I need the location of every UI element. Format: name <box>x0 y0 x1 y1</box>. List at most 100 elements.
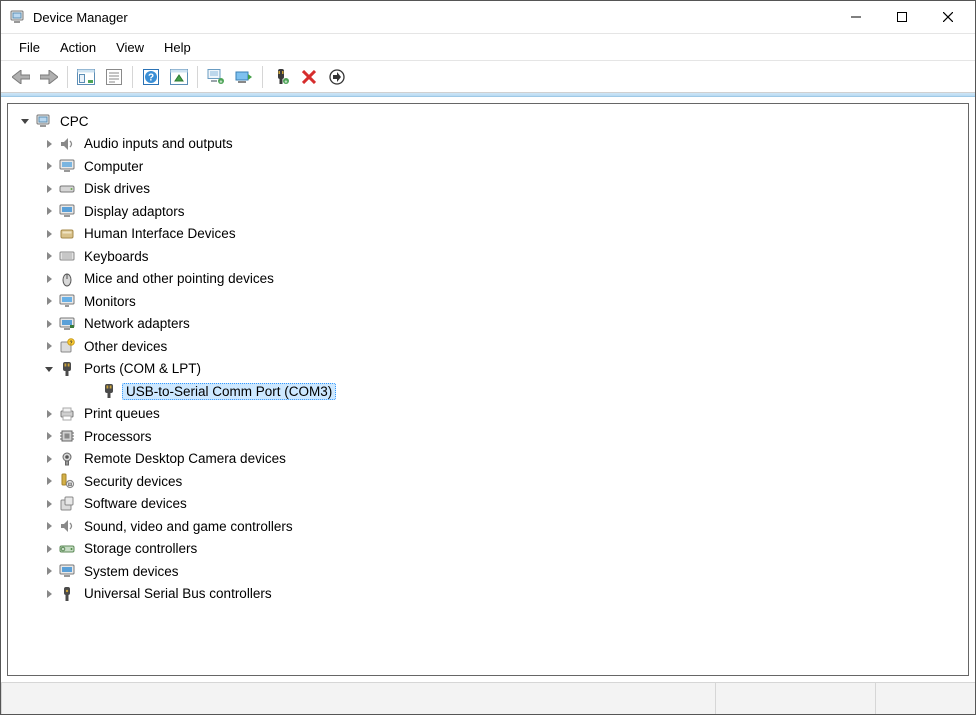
tree-node-keyboard[interactable]: Keyboards <box>12 245 964 268</box>
tree-item-label: USB-to-Serial Comm Port (COM3) <box>122 383 336 400</box>
chevron-right-icon[interactable] <box>42 249 56 263</box>
monitor-icon <box>58 292 76 310</box>
chevron-right-icon[interactable] <box>42 497 56 511</box>
tree-node-print[interactable]: Print queues <box>12 403 964 426</box>
enable-device-button[interactable] <box>230 63 258 91</box>
tree-panel: CPCAudio inputs and outputs Computer Disk … <box>1 97 975 682</box>
other-icon: ? <box>58 337 76 355</box>
tree-node-camera[interactable]: Remote Desktop Camera devices <box>12 448 964 471</box>
svg-text:+: + <box>285 79 288 85</box>
add-driver-button[interactable]: + <box>267 63 295 91</box>
tree-item-label: Monitors <box>80 293 140 310</box>
hid-icon <box>58 225 76 243</box>
window-title: Device Manager <box>33 10 128 25</box>
chevron-right-icon[interactable] <box>42 339 56 353</box>
security-icon <box>58 472 76 490</box>
chevron-right-icon[interactable] <box>42 407 56 421</box>
tree-node-usb[interactable]: Universal Serial Bus controllers <box>12 583 964 606</box>
chevron-right-icon[interactable] <box>42 474 56 488</box>
menu-file[interactable]: File <box>9 36 50 59</box>
minimize-button[interactable] <box>833 1 879 33</box>
tree-node-hid[interactable]: Human Interface Devices <box>12 223 964 246</box>
tree-item-label: Human Interface Devices <box>80 225 240 242</box>
tree-node-disk[interactable]: Disk drives <box>12 178 964 201</box>
chevron-right-icon[interactable] <box>42 429 56 443</box>
menu-help[interactable]: Help <box>154 36 201 59</box>
scan-hardware-button[interactable] <box>165 63 193 91</box>
chevron-right-icon[interactable] <box>42 137 56 151</box>
tree-node-ports[interactable]: Ports (COM & LPT) <box>12 358 964 381</box>
cpu-icon <box>58 427 76 445</box>
chevron-right-icon[interactable] <box>42 159 56 173</box>
chevron-right-icon[interactable] <box>42 294 56 308</box>
disable-device-button[interactable] <box>323 63 351 91</box>
forward-button[interactable] <box>35 63 63 91</box>
tree-item-label: Computer <box>80 158 147 175</box>
usb-icon <box>58 585 76 603</box>
chevron-down-icon[interactable] <box>18 114 32 128</box>
toolbar: ? + + <box>1 61 975 93</box>
chevron-down-icon[interactable] <box>42 362 56 376</box>
titlebar: Device Manager <box>1 1 975 33</box>
close-button[interactable] <box>925 1 971 33</box>
uninstall-device-button[interactable] <box>295 63 323 91</box>
tree-item-label: Other devices <box>80 338 171 355</box>
chevron-right-icon[interactable] <box>42 587 56 601</box>
tree-item-label: Sound, video and game controllers <box>80 518 297 535</box>
update-driver-button[interactable]: + <box>202 63 230 91</box>
menubar: File Action View Help <box>1 33 975 61</box>
help-button[interactable]: ? <box>137 63 165 91</box>
tree-node-usb-serial[interactable]: USB-to-Serial Comm Port (COM3) <box>12 380 964 403</box>
chevron-right-icon[interactable] <box>42 227 56 241</box>
statusbar-segment <box>1 683 715 714</box>
statusbar-segment <box>715 683 875 714</box>
tree-node-mouse[interactable]: Mice and other pointing devices <box>12 268 964 291</box>
tree-node-computer[interactable]: Computer <box>12 155 964 178</box>
tree-node-other[interactable]: ? Other devices <box>12 335 964 358</box>
network-icon <box>58 315 76 333</box>
tree-item-label: Print queues <box>80 405 164 422</box>
menu-action[interactable]: Action <box>50 36 106 59</box>
mouse-icon <box>58 270 76 288</box>
chevron-right-icon[interactable] <box>42 542 56 556</box>
tree-node-sound[interactable]: Sound, video and game controllers <box>12 515 964 538</box>
tree-item-label: Security devices <box>80 473 186 490</box>
chevron-right-icon[interactable] <box>42 204 56 218</box>
disk-icon <box>58 180 76 198</box>
chevron-right-icon[interactable] <box>42 182 56 196</box>
chevron-right-icon[interactable] <box>42 564 56 578</box>
chevron-right-icon[interactable] <box>42 317 56 331</box>
tree-node-display[interactable]: Display adaptors <box>12 200 964 223</box>
tree-node-storage[interactable]: Storage controllers <box>12 538 964 561</box>
computer-icon <box>58 157 76 175</box>
tree-item-label: Keyboards <box>80 248 153 265</box>
tree-item-label: Storage controllers <box>80 540 201 557</box>
tree-node-audio[interactable]: Audio inputs and outputs <box>12 133 964 156</box>
menu-view[interactable]: View <box>106 36 154 59</box>
camera-icon <box>58 450 76 468</box>
tree-item-label: Ports (COM & LPT) <box>80 360 205 377</box>
statusbar-segment <box>875 683 975 714</box>
chevron-right-icon[interactable] <box>42 519 56 533</box>
tree-node-system[interactable]: System devices <box>12 560 964 583</box>
device-manager-window: Device Manager File Action View Help <box>0 0 976 715</box>
tree-item-label: Universal Serial Bus controllers <box>80 585 276 602</box>
tree-node-cpu[interactable]: Processors <box>12 425 964 448</box>
chevron-right-icon[interactable] <box>42 452 56 466</box>
svg-text:?: ? <box>69 341 72 347</box>
tree-node-network[interactable]: Network adapters <box>12 313 964 336</box>
chevron-right-icon[interactable] <box>42 272 56 286</box>
audio-icon <box>58 135 76 153</box>
ports-icon <box>58 360 76 378</box>
tree-node-software[interactable]: Software devices <box>12 493 964 516</box>
show-hide-console-tree-button[interactable] <box>72 63 100 91</box>
back-button[interactable] <box>7 63 35 91</box>
print-icon <box>58 405 76 423</box>
svg-text:?: ? <box>148 72 154 83</box>
statusbar <box>1 682 975 714</box>
tree-node-security[interactable]: Security devices <box>12 470 964 493</box>
maximize-button[interactable] <box>879 1 925 33</box>
properties-button[interactable] <box>100 63 128 91</box>
tree-root-node[interactable]: CPC <box>12 110 964 133</box>
tree-node-monitor[interactable]: Monitors <box>12 290 964 313</box>
